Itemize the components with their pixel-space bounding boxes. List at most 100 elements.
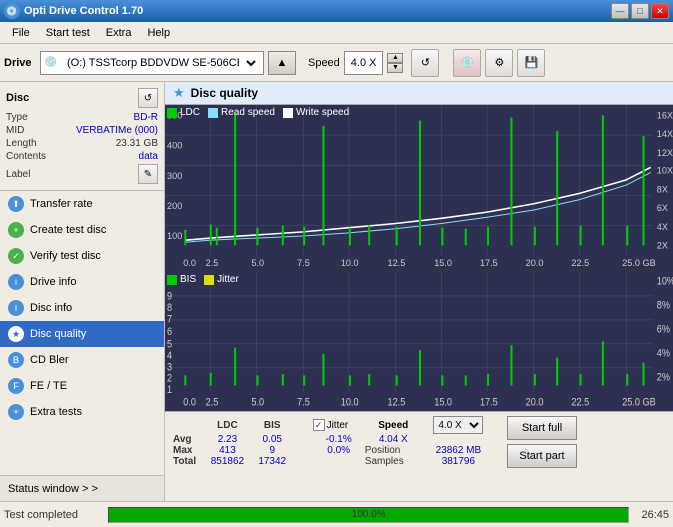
sidebar-item-extra-tests[interactable]: + Extra tests xyxy=(0,399,164,425)
svg-text:8%: 8% xyxy=(657,300,670,312)
eject-button[interactable]: ▲ xyxy=(268,51,296,75)
svg-text:20.0: 20.0 xyxy=(526,258,544,268)
svg-text:2X: 2X xyxy=(657,240,668,250)
settings-icon-btn[interactable]: ⚙ xyxy=(485,49,513,77)
svg-text:4: 4 xyxy=(167,351,172,363)
svg-text:15.0: 15.0 xyxy=(434,397,452,409)
bottom-chart-legend: BIS Jitter xyxy=(167,274,239,285)
sidebar-item-fe-te[interactable]: F FE / TE xyxy=(0,373,164,399)
sidebar-item-disc-quality[interactable]: ★ Disc quality xyxy=(0,321,164,347)
read-speed-legend-color xyxy=(208,108,218,118)
drive-info-icon: i xyxy=(8,274,24,290)
sidebar-item-disc-info[interactable]: i Disc info xyxy=(0,295,164,321)
svg-text:1: 1 xyxy=(167,385,172,397)
fe-te-label: FE / TE xyxy=(30,380,67,392)
speed-select-cell: 4.0 X xyxy=(422,416,495,434)
window-controls: — □ ✕ xyxy=(611,3,669,19)
svg-text:2.5: 2.5 xyxy=(206,397,219,409)
title-bar: 💿 Opti Drive Control 1.70 — □ ✕ xyxy=(0,0,673,22)
svg-text:3: 3 xyxy=(167,362,172,374)
svg-text:22.5: 22.5 xyxy=(571,258,589,268)
mid-key: MID xyxy=(6,125,24,136)
max-jitter: 0.0% xyxy=(313,445,365,456)
menu-start-test[interactable]: Start test xyxy=(38,25,98,41)
speed-down-button[interactable]: ▼ xyxy=(387,63,403,73)
svg-text:16X: 16X xyxy=(657,110,673,120)
total-label: Total xyxy=(173,456,203,467)
svg-text:10%: 10% xyxy=(657,276,673,288)
svg-text:6: 6 xyxy=(167,327,172,339)
length-key: Length xyxy=(6,138,37,149)
sidebar-item-create-test-disc[interactable]: + Create test disc xyxy=(0,217,164,243)
svg-text:8: 8 xyxy=(167,303,172,315)
disc-info-label: Disc info xyxy=(30,302,72,314)
status-text: Test completed xyxy=(4,509,104,521)
svg-text:400: 400 xyxy=(167,141,182,151)
toolbar: Drive 💿 (O:) TSSTcorp BDDVDW SE-506CB TS… xyxy=(0,44,673,82)
write-speed-legend-color xyxy=(283,108,293,118)
bottom-chart-svg: 10 9 8 7 6 5 4 3 2 1 10% 8% 6% 4% 2% xyxy=(165,272,673,411)
max-bis: 9 xyxy=(252,445,293,456)
jitter-checkbox-cell: ✓ Jitter xyxy=(313,416,365,434)
label-icon-btn[interactable]: ✎ xyxy=(138,164,158,184)
svg-text:5.0: 5.0 xyxy=(251,258,264,268)
svg-text:12.5: 12.5 xyxy=(388,258,406,268)
disc-refresh-icon[interactable]: ↺ xyxy=(138,88,158,108)
app-icon: 💿 xyxy=(4,3,20,19)
avg-speed: 4.04 X xyxy=(365,434,422,445)
disc-info-icon: i xyxy=(8,300,24,316)
svg-text:4%: 4% xyxy=(657,348,670,360)
type-key: Type xyxy=(6,112,28,123)
total-bis: 17342 xyxy=(252,456,293,467)
avg-bis: 0.05 xyxy=(252,434,293,445)
minimize-button[interactable]: — xyxy=(611,3,629,19)
disc-quality-icon: ★ xyxy=(8,326,24,342)
bottom-chart: BIS Jitter xyxy=(165,272,673,411)
menu-extra[interactable]: Extra xyxy=(98,25,140,41)
maximize-button[interactable]: □ xyxy=(631,3,649,19)
drive-select[interactable]: (O:) TSSTcorp BDDVDW SE-506CB TS02 xyxy=(59,52,259,74)
stats-table-area: LDC BIS ✓ Jitter Speed xyxy=(165,412,503,501)
svg-text:0.0: 0.0 xyxy=(183,258,196,268)
svg-text:5: 5 xyxy=(167,339,172,351)
refresh-button[interactable]: ↺ xyxy=(411,49,439,77)
menu-file[interactable]: File xyxy=(4,25,38,41)
sidebar-item-verify-test-disc[interactable]: ✓ Verify test disc xyxy=(0,243,164,269)
stats-table: LDC BIS ✓ Jitter Speed xyxy=(173,416,495,467)
menu-help[interactable]: Help xyxy=(139,25,178,41)
bis-header: BIS xyxy=(252,416,293,434)
status-window-label: Status window > > xyxy=(8,483,98,495)
svg-text:10X: 10X xyxy=(657,166,673,176)
start-part-button[interactable]: Start part xyxy=(507,444,577,468)
speed-up-button[interactable]: ▲ xyxy=(387,53,403,63)
bis-legend-color xyxy=(167,275,177,285)
disc-icon-btn[interactable]: 💿 xyxy=(453,49,481,77)
jitter-label: Jitter xyxy=(327,420,349,431)
disc-panel-title: Disc xyxy=(6,92,29,104)
contents-value: data xyxy=(139,151,158,162)
type-value: BD-R xyxy=(134,112,158,123)
jitter-checkbox[interactable]: ✓ xyxy=(313,419,325,431)
sidebar-item-transfer-rate[interactable]: ⬆ Transfer rate xyxy=(0,191,164,217)
save-icon-btn[interactable]: 💾 xyxy=(517,49,545,77)
app-title: Opti Drive Control 1.70 xyxy=(24,5,143,17)
svg-text:17.5: 17.5 xyxy=(480,397,498,409)
create-disc-icon: + xyxy=(8,222,24,238)
extra-tests-icon: + xyxy=(8,404,24,420)
start-full-button[interactable]: Start full xyxy=(507,416,577,440)
svg-text:2.5: 2.5 xyxy=(206,258,219,268)
svg-text:12X: 12X xyxy=(657,148,673,158)
extra-tests-label: Extra tests xyxy=(30,406,82,418)
status-window-button[interactable]: Status window > > xyxy=(0,475,164,501)
sidebar-item-drive-info[interactable]: i Drive info xyxy=(0,269,164,295)
svg-text:6X: 6X xyxy=(657,203,668,213)
svg-text:10.0: 10.0 xyxy=(341,258,359,268)
jitter-legend-color xyxy=(204,275,214,285)
close-button[interactable]: ✕ xyxy=(651,3,669,19)
svg-text:25.0 GB: 25.0 GB xyxy=(622,397,656,409)
speed-select[interactable]: 4.0 X xyxy=(433,416,483,434)
verify-disc-icon: ✓ xyxy=(8,248,24,264)
disc-quality-header-icon: ★ xyxy=(173,85,185,101)
sidebar-item-cd-bler[interactable]: B CD Bler xyxy=(0,347,164,373)
avg-ldc: 2.23 xyxy=(203,434,252,445)
